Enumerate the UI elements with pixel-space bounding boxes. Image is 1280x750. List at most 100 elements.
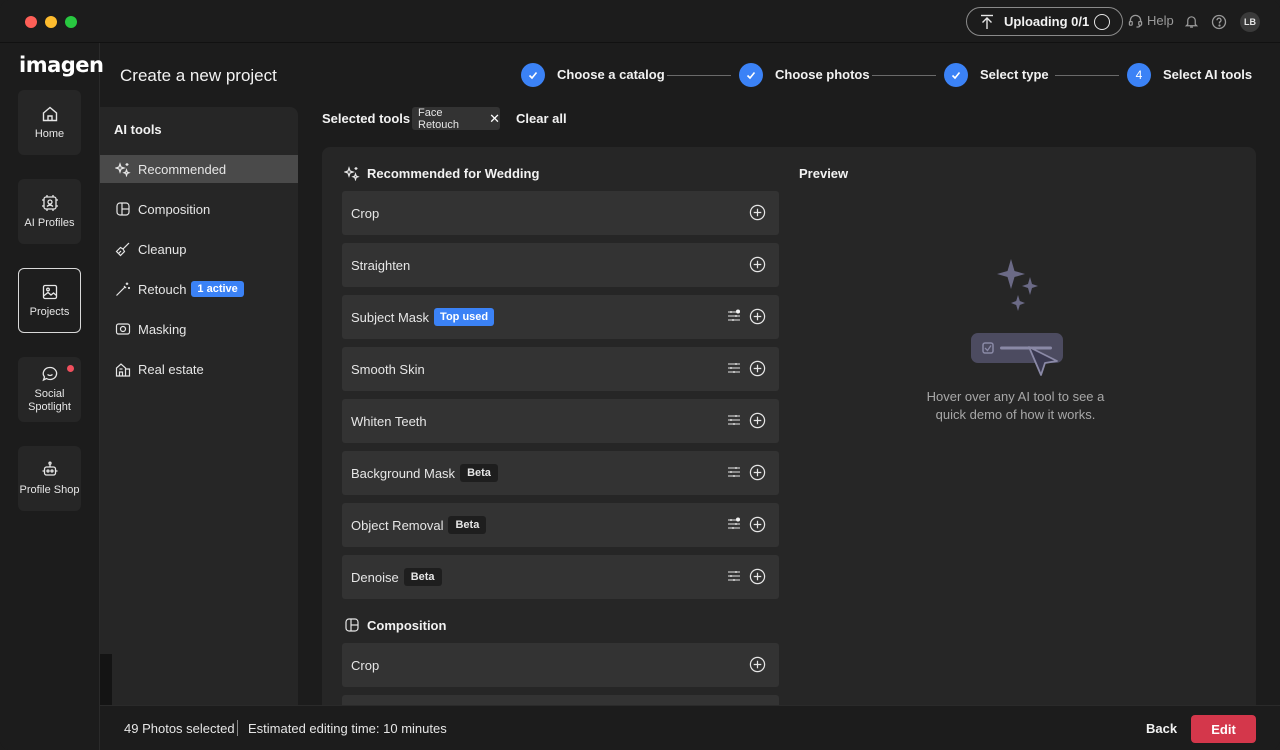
avatar[interactable]: LB <box>1240 12 1260 32</box>
preview-placeholder-illustration <box>971 259 1063 376</box>
sparkle-icon <box>115 162 131 177</box>
tools-list-panel: Recommended for Wedding Crop Straighten … <box>322 147 1256 705</box>
upload-spinner-icon <box>1094 14 1110 30</box>
nav-item-profile-shop[interactable]: Profile Shop <box>18 446 81 511</box>
sliders-icon[interactable] <box>727 465 741 479</box>
page-title: Create a new project <box>120 66 277 85</box>
minimize-window-button[interactable] <box>45 16 57 28</box>
nav-item-projects[interactable]: Projects <box>18 268 81 333</box>
nav-item-ai-profiles[interactable]: AI Profiles <box>18 179 81 244</box>
notification-dot <box>67 365 74 372</box>
add-tool-icon[interactable] <box>749 204 766 221</box>
bell-icon[interactable] <box>1184 14 1199 29</box>
preview-hint-text: Hover over any AI tool to see a quick de… <box>926 389 1105 422</box>
headset-icon <box>1128 14 1143 28</box>
help-button[interactable]: Help <box>1128 13 1174 28</box>
tool-row-object-removal[interactable]: Object Removal Beta <box>342 503 779 547</box>
step-4-number: 4 <box>1127 63 1151 87</box>
step-2-check-icon <box>739 63 763 87</box>
nav-item-label: Projects <box>29 305 70 318</box>
maximize-window-button[interactable] <box>65 16 77 28</box>
progress-stepper: Choose a catalog Choose photos Select ty… <box>521 63 1252 87</box>
active-count-badge: 1 active <box>191 281 244 297</box>
beta-badge: Beta <box>460 464 498 482</box>
beta-badge: Beta <box>448 516 487 534</box>
nav-item-social-spotlight[interactable]: Social Spotlight <box>18 357 81 422</box>
chip-label: Face Retouch <box>418 106 459 131</box>
remove-chip-icon[interactable]: ✕ <box>489 111 500 127</box>
imagen-logo: imagen <box>19 53 104 77</box>
tool-label: Whiten Teeth <box>351 413 427 429</box>
tool-row-straighten[interactable]: Straighten <box>342 243 779 287</box>
building-icon <box>115 363 131 377</box>
category-masking[interactable]: Masking <box>100 315 298 343</box>
tool-label: Smooth Skin <box>351 361 425 377</box>
photos-selected-count: 49 Photos selected <box>124 721 235 736</box>
sliders-icon[interactable] <box>727 569 741 583</box>
tool-row-whiten-teeth[interactable]: Whiten Teeth <box>342 399 779 443</box>
tool-row-background-mask[interactable]: Background Mask Beta <box>342 451 779 495</box>
sliders-icon[interactable] <box>727 413 741 427</box>
help-label: Help <box>1147 13 1174 28</box>
tool-row-smooth-skin[interactable]: Smooth Skin <box>342 347 779 391</box>
add-tool-icon[interactable] <box>749 360 766 377</box>
category-label: Cleanup <box>138 241 187 257</box>
selected-tool-chip[interactable]: Face Retouch ✕ <box>412 106 500 131</box>
add-tool-icon[interactable] <box>749 464 766 481</box>
category-label: Masking <box>138 321 187 337</box>
step-connector <box>872 75 936 76</box>
add-tool-icon[interactable] <box>749 412 766 429</box>
add-tool-icon[interactable] <box>749 308 766 325</box>
ai-tools-panel: AI tools Recommended Composition Cleanup… <box>100 107 298 705</box>
category-label: Real estate <box>138 361 204 377</box>
estimated-time: Estimated editing time: 10 minutes <box>248 721 447 736</box>
upload-icon <box>981 14 993 29</box>
shop-icon <box>42 461 57 476</box>
question-icon[interactable] <box>1211 14 1227 30</box>
close-window-button[interactable] <box>25 16 37 28</box>
tool-row-partial[interactable] <box>342 695 779 705</box>
nav-item-label: Home <box>34 127 65 140</box>
tool-row-crop[interactable]: Crop <box>342 191 779 235</box>
step-connector <box>1055 75 1119 76</box>
tool-label: Denoise <box>351 569 399 585</box>
sparkle-icon <box>344 166 360 181</box>
category-label: Composition <box>138 201 211 217</box>
category-cleanup[interactable]: Cleanup <box>100 235 298 263</box>
add-tool-icon[interactable] <box>749 516 766 533</box>
sliders-icon[interactable] <box>727 309 741 323</box>
tool-label: Straighten <box>351 257 411 273</box>
category-retouch[interactable]: Retouch 1 active <box>100 275 298 303</box>
nav-item-home[interactable]: Home <box>18 90 81 155</box>
brush-icon <box>115 242 130 257</box>
tool-label: Subject Mask <box>351 309 430 325</box>
back-button[interactable]: Back <box>1146 721 1177 736</box>
tool-row-subject-mask[interactable]: Subject Mask Top used <box>342 295 779 339</box>
edit-button[interactable]: Edit <box>1191 715 1256 743</box>
wand-icon <box>116 282 130 296</box>
sliders-icon[interactable] <box>727 517 741 531</box>
top-used-badge: Top used <box>434 308 495 326</box>
composition-icon <box>116 202 130 216</box>
footer-divider <box>237 720 238 736</box>
upload-status-button[interactable]: Uploading 0/1 <box>966 7 1123 36</box>
step-1-check-icon <box>521 63 545 87</box>
chat-bubble-icon <box>41 366 57 382</box>
category-real-estate[interactable]: Real estate <box>100 355 298 383</box>
tool-row-crop[interactable]: Crop <box>342 643 779 687</box>
category-label: Retouch <box>138 281 187 297</box>
mask-icon <box>115 323 131 335</box>
category-composition[interactable]: Composition <box>100 195 298 223</box>
tool-label: Crop <box>351 657 380 673</box>
scroll-strip <box>100 654 112 705</box>
category-recommended[interactable]: Recommended <box>100 155 298 183</box>
upload-status-label: Uploading 0/1 <box>1004 14 1090 29</box>
add-tool-icon[interactable] <box>749 256 766 273</box>
sliders-icon[interactable] <box>727 361 741 375</box>
add-tool-icon[interactable] <box>749 568 766 585</box>
tool-row-denoise[interactable]: Denoise Beta <box>342 555 779 599</box>
step-3-label: Select type <box>980 67 1049 82</box>
ai-chip-icon <box>41 194 58 211</box>
clear-all-button[interactable]: Clear all <box>516 111 567 126</box>
add-tool-icon[interactable] <box>749 656 766 673</box>
